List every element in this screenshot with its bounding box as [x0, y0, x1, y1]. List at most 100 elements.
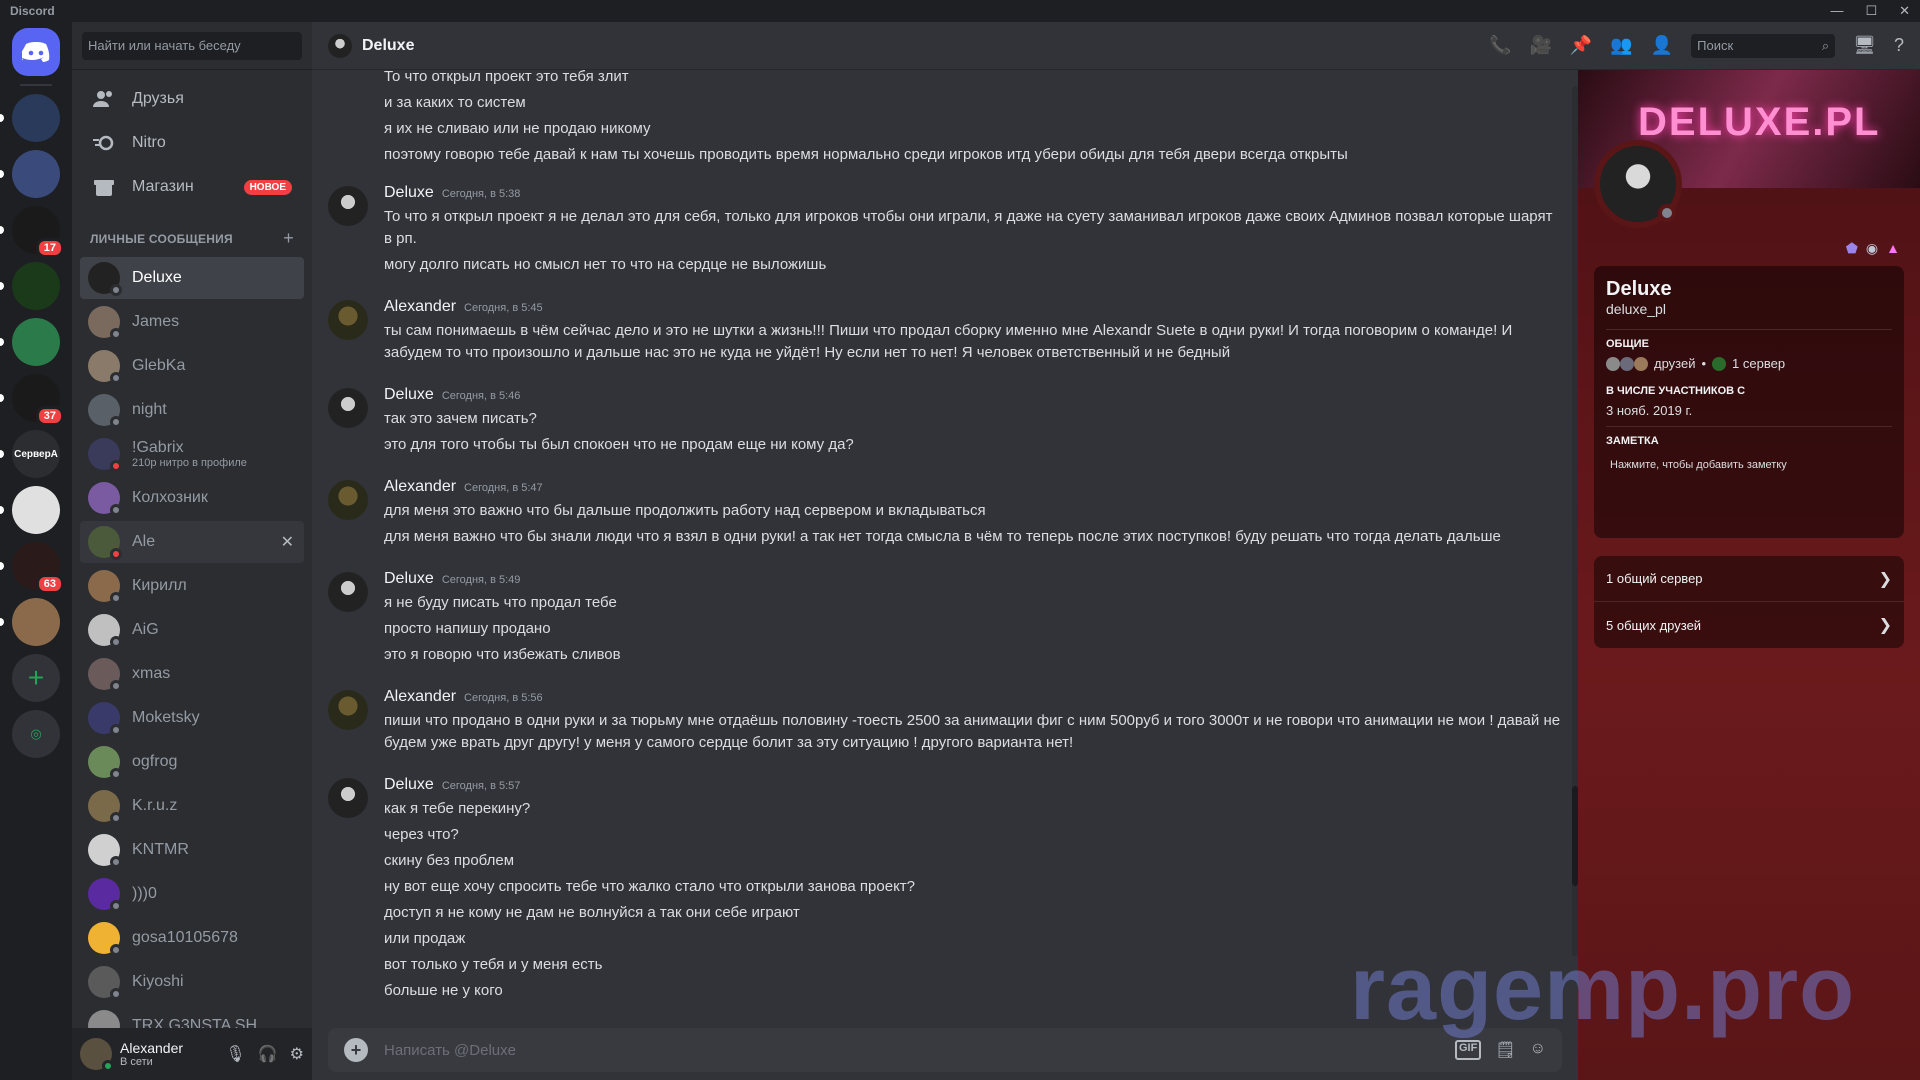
- nav-friends-label: Друзья: [132, 90, 184, 107]
- server-icon-4[interactable]: 17: [0, 206, 64, 258]
- nitro-badge-icon[interactable]: ◉: [1866, 240, 1878, 257]
- message-author[interactable]: Deluxe: [384, 570, 434, 588]
- nav-friends[interactable]: Друзья: [80, 78, 304, 120]
- server-icon-10[interactable]: 63: [0, 542, 64, 594]
- new-badge: НОВОЕ: [243, 179, 292, 195]
- create-dm-button[interactable]: +: [283, 228, 294, 249]
- dm-avatar: [88, 702, 122, 736]
- dm-item[interactable]: James: [80, 301, 304, 343]
- help-icon[interactable]: ?: [1894, 35, 1904, 56]
- dm-item[interactable]: Кирилл: [80, 565, 304, 607]
- message-avatar[interactable]: [328, 690, 368, 730]
- microphone-icon[interactable]: 🎙: [225, 1044, 245, 1064]
- maximize-button[interactable]: ☐: [1865, 3, 1877, 19]
- dm-item[interactable]: Deluxe: [80, 257, 304, 299]
- attach-plus-icon[interactable]: +: [344, 1038, 368, 1062]
- close-window-button[interactable]: ✕: [1899, 3, 1910, 19]
- dm-list: Deluxe James GlebKa night !Gabrix 210р нитро …: [72, 255, 312, 1045]
- user-profile-icon[interactable]: 👤: [1651, 35, 1673, 56]
- unread-pill: [0, 450, 4, 458]
- chat-title: Deluxe: [362, 36, 415, 54]
- nav-nitro[interactable]: Nitro: [80, 122, 304, 164]
- boost-badge-icon[interactable]: ▲: [1886, 240, 1900, 257]
- dm-item[interactable]: Moketsky: [80, 697, 304, 739]
- message-input[interactable]: Написать @Deluxe: [384, 1042, 516, 1059]
- status-offline: [110, 724, 122, 736]
- explore-servers-icon[interactable]: ◎: [12, 710, 60, 758]
- emoji-icon[interactable]: ☺: [1530, 1040, 1546, 1060]
- nav-shop-label: Магазин: [132, 178, 194, 195]
- dm-item[interactable]: GlebKa: [80, 345, 304, 387]
- video-call-icon[interactable]: 🎥: [1529, 35, 1551, 56]
- server-icon-7[interactable]: 37: [0, 374, 64, 426]
- dm-avatar: [88, 922, 122, 956]
- message-avatar[interactable]: [328, 480, 368, 520]
- message-author[interactable]: Alexander: [384, 478, 456, 496]
- chat-search-input[interactable]: Поиск ⌕: [1691, 33, 1836, 58]
- server-icon-5[interactable]: [0, 262, 60, 310]
- dm-item[interactable]: KNTMR: [80, 829, 304, 871]
- message-avatar[interactable]: [328, 388, 368, 428]
- message-author[interactable]: Deluxe: [384, 386, 434, 404]
- dm-search-input[interactable]: Найти или начать беседу: [82, 31, 302, 60]
- nav-shop[interactable]: Магазин НОВОЕ: [80, 166, 304, 208]
- server-icon-8[interactable]: СерверА: [0, 430, 60, 478]
- dm-item[interactable]: gosa10105678: [80, 917, 304, 959]
- inbox-icon[interactable]: 🖥: [1853, 35, 1876, 56]
- dm-item[interactable]: Ale ✕: [80, 521, 304, 563]
- message-author[interactable]: Alexander: [384, 688, 456, 706]
- headphones-icon[interactable]: 🎧: [258, 1044, 278, 1064]
- dm-name: night: [132, 401, 167, 418]
- hypesquad-badge-icon[interactable]: ⬟: [1846, 240, 1858, 257]
- server-icon-9[interactable]: [0, 486, 60, 534]
- mention-badge: 63: [35, 574, 64, 594]
- add-friends-to-dm-icon[interactable]: 👥: [1610, 35, 1632, 56]
- user-avatar[interactable]: [80, 1038, 114, 1072]
- message-group: Alexander Сегодня, в 5:56 пиши что продано…: [312, 688, 1578, 758]
- server-icon-6[interactable]: [0, 318, 60, 366]
- dm-item[interactable]: !Gabrix 210р нитро в профиле: [80, 433, 304, 475]
- profile-avatar[interactable]: [1594, 140, 1682, 228]
- dm-avatar: [88, 790, 122, 824]
- message-text: просто напишу продано: [384, 620, 551, 637]
- gif-icon[interactable]: GIF: [1455, 1040, 1482, 1060]
- voice-call-icon[interactable]: 📞: [1489, 35, 1511, 56]
- friends-label[interactable]: друзей: [1654, 356, 1695, 371]
- unread-pill: [0, 282, 4, 290]
- dm-item[interactable]: )))0: [80, 873, 304, 915]
- message-list: То что открыл проект это тебя злит и за к…: [312, 70, 1578, 1010]
- message-author[interactable]: Alexander: [384, 298, 456, 316]
- unread-pill: [0, 562, 4, 570]
- server-icon-2[interactable]: [0, 94, 60, 142]
- message-author[interactable]: Deluxe: [384, 776, 434, 794]
- pinned-messages-icon[interactable]: 📌: [1570, 35, 1592, 56]
- mutual-friends-label: 5 общих друзей: [1606, 617, 1702, 633]
- message-timestamp: Сегодня, в 5:49: [441, 574, 521, 586]
- settings-gear-icon[interactable]: ⚙: [290, 1044, 304, 1064]
- note-input[interactable]: Нажмите, чтобы добавить заметку: [1606, 459, 1892, 471]
- message-author[interactable]: Deluxe: [384, 184, 434, 202]
- home-button[interactable]: [12, 28, 60, 76]
- dm-name: )))0: [132, 885, 157, 902]
- sticker-icon[interactable]: 🗒: [1495, 1040, 1515, 1060]
- server-icon-11[interactable]: [0, 598, 60, 646]
- dm-item[interactable]: AiG: [80, 609, 304, 651]
- dm-item[interactable]: K.r.u.z: [80, 785, 304, 827]
- dm-item[interactable]: Колхозник: [80, 477, 304, 519]
- user-status-online: [102, 1060, 114, 1072]
- mutual-friends-row[interactable]: 5 общих друзей ❯: [1594, 602, 1904, 648]
- dm-item[interactable]: Kiyoshi: [80, 961, 304, 1003]
- mutual-servers-row[interactable]: 1 общий сервер ❯: [1594, 556, 1904, 602]
- minimize-button[interactable]: —: [1830, 3, 1843, 19]
- message-avatar[interactable]: [328, 572, 368, 612]
- message-avatar[interactable]: [328, 778, 368, 818]
- server-icon-3[interactable]: [0, 150, 60, 198]
- message-avatar[interactable]: [328, 300, 368, 340]
- message-avatar[interactable]: [328, 186, 368, 226]
- dm-item[interactable]: xmas: [80, 653, 304, 695]
- dm-item[interactable]: ogfrog: [80, 741, 304, 783]
- servers-label[interactable]: 1 сервер: [1732, 356, 1785, 371]
- add-server-icon[interactable]: +: [12, 654, 60, 702]
- dm-item[interactable]: night: [80, 389, 304, 431]
- close-dm-icon[interactable]: ✕: [281, 532, 294, 552]
